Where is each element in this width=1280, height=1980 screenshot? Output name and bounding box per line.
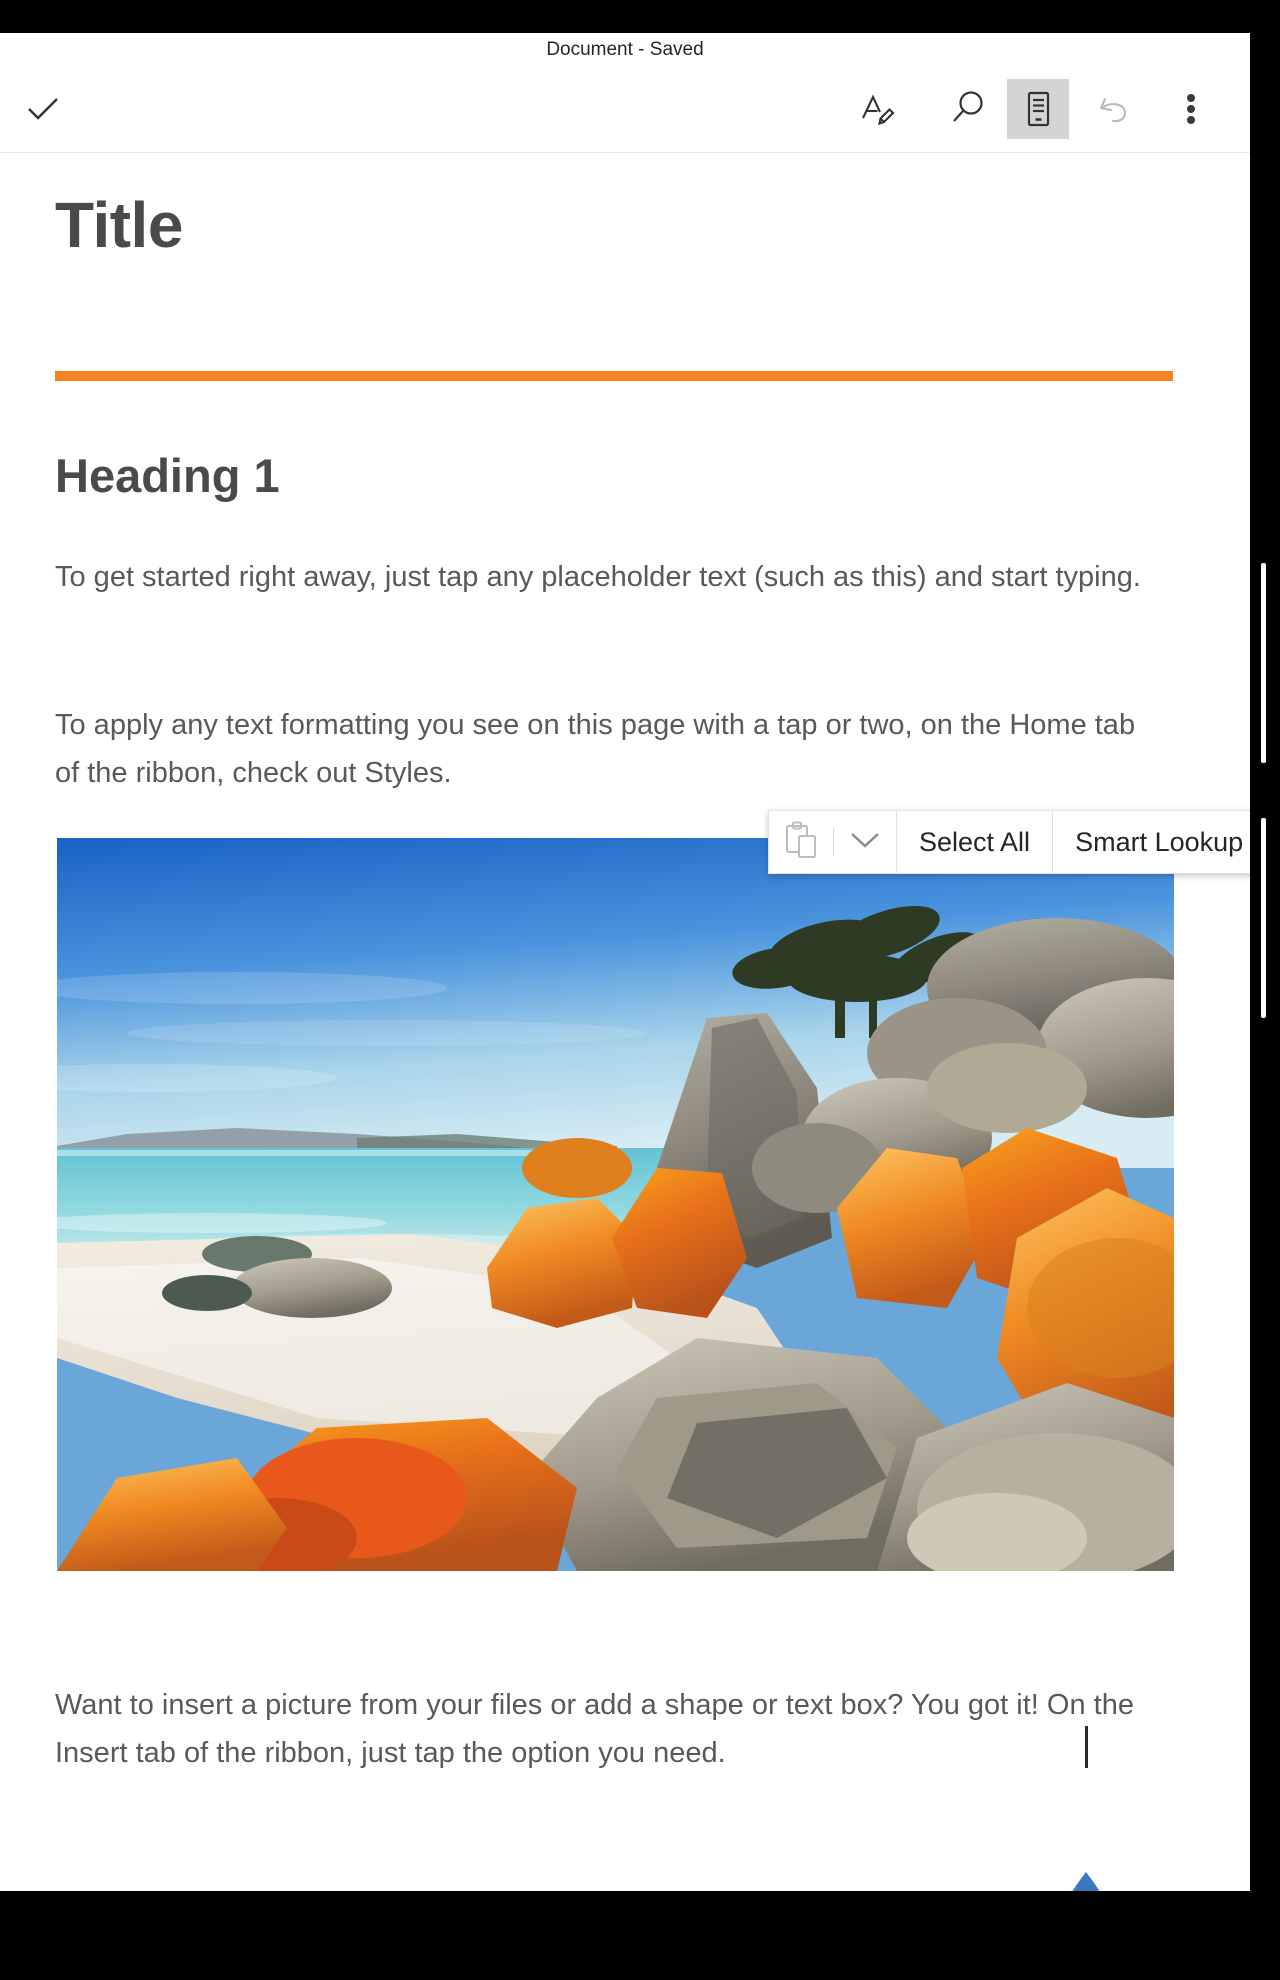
more-options-button[interactable] (1160, 79, 1222, 139)
context-menu-paste-group[interactable] (769, 811, 897, 873)
paste-icon (783, 821, 819, 864)
document-title-label: Document - Saved (546, 39, 704, 60)
pen-edit-icon (854, 87, 898, 131)
document-paragraph-2[interactable]: To apply any text formatting you see on … (55, 701, 1165, 797)
scrollbar-thumb-lower[interactable] (1261, 818, 1266, 1018)
search-icon (946, 87, 990, 131)
reading-view-button[interactable] (1007, 79, 1069, 139)
check-icon (23, 89, 63, 129)
undo-icon (1092, 87, 1136, 131)
beach-rocks-photo (57, 838, 1174, 1571)
document-heading-1[interactable]: Heading 1 (55, 448, 280, 504)
document-canvas[interactable]: Title Heading 1 To get started right awa… (0, 153, 1250, 1891)
water-drop-handle-icon (1072, 1872, 1100, 1891)
context-menu-smart-lookup[interactable]: Smart Lookup (1053, 811, 1250, 873)
app-root: Document - Saved Title Heading 1 To get … (0, 0, 1280, 1980)
top-command-bar (0, 67, 1250, 153)
text-caret (1085, 1726, 1088, 1768)
app-window: Document - Saved Title Heading 1 To get … (0, 33, 1250, 1891)
titlebar: Document - Saved (0, 33, 1250, 67)
document-image[interactable] (57, 838, 1174, 1571)
edit-pen-button[interactable] (845, 79, 907, 139)
context-menu: Select All Smart Lookup (768, 810, 1250, 874)
status-bar (0, 0, 1280, 33)
scrollbar-thumb-upper[interactable] (1261, 563, 1266, 763)
context-menu-separator (833, 828, 834, 856)
text-cursor-handle[interactable] (1058, 1870, 1114, 1891)
document-paragraph-3[interactable]: Want to insert a picture from your files… (55, 1681, 1165, 1777)
done-check-button[interactable] (12, 79, 74, 139)
reading-view-icon (1018, 88, 1058, 130)
right-gutter (1250, 33, 1280, 1980)
search-button[interactable] (937, 79, 999, 139)
context-menu-select-all[interactable]: Select All (897, 811, 1054, 873)
chevron-down-icon[interactable] (848, 829, 882, 856)
document-heading-title[interactable]: Title (55, 189, 183, 261)
undo-button[interactable] (1083, 79, 1145, 139)
document-paragraph-1[interactable]: To get started right away, just tap any … (55, 553, 1165, 601)
more-vertical-icon (1184, 87, 1198, 131)
title-accent-rule (55, 371, 1173, 381)
